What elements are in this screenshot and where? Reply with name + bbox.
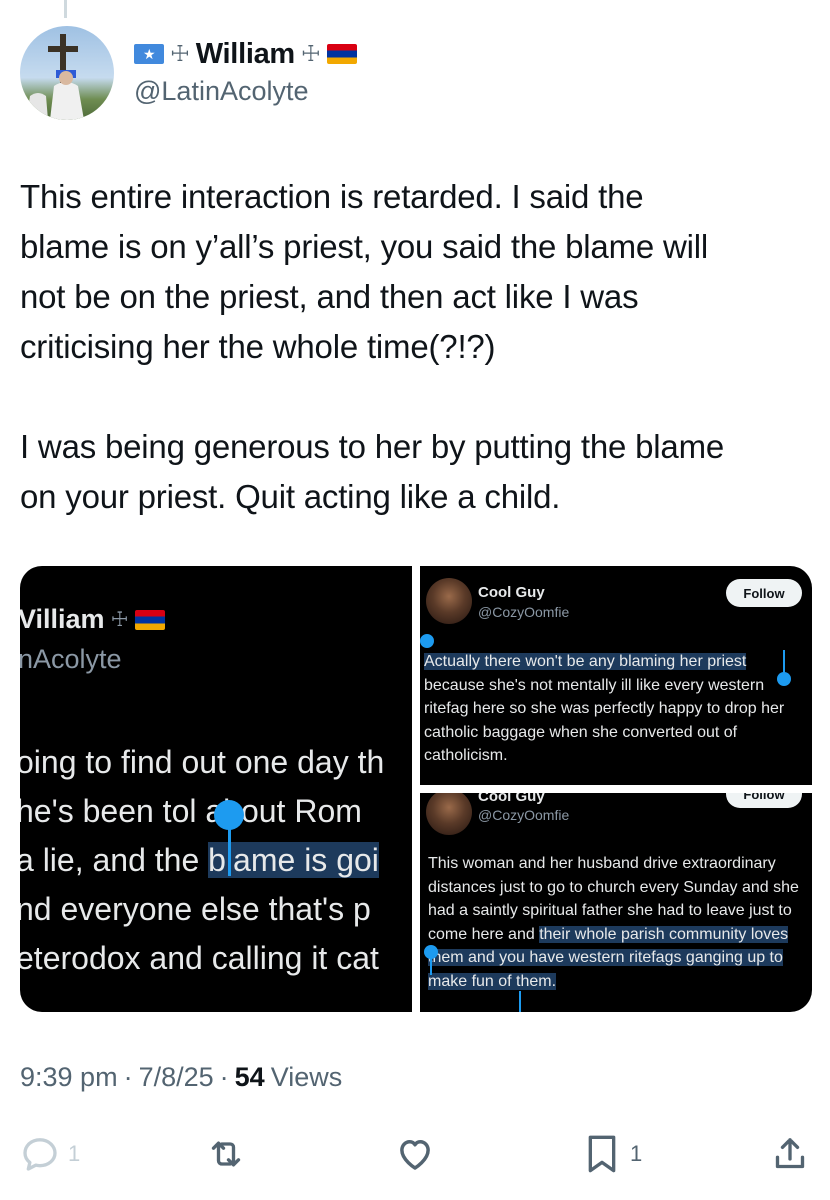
share-icon [775,1138,805,1169]
body-text: because she's not mentally ill like ever… [424,676,785,765]
separator: · [219,1062,229,1092]
armenia-flag-icon [326,44,357,64]
screenshot-line: nd everyone else that's p [20,885,412,934]
cool-guy-reply-text: This woman and her husband drive extraor… [428,852,806,993]
selection-handle [777,672,791,686]
selection-bar [430,951,432,975]
media-image-right-top[interactable]: Cool Guy @CozyOomfie Follow Actually the… [420,566,812,785]
armenia-flag-icon [134,609,165,630]
highlighted-text: blame is goi [208,842,379,878]
screenshot-text-lines: oing to find out one day th he's been to… [20,738,412,983]
line-text: oing to find out one day th [20,744,385,780]
screenshot-line: eterodox and calling it cat [20,934,412,983]
line-text: he's been tol [20,793,197,829]
like-button[interactable] [394,1128,436,1180]
somalia-flag-icon [134,44,164,64]
bookmark-icon [588,1135,616,1173]
retweet-button[interactable] [206,1128,246,1180]
share-button[interactable] [770,1128,810,1180]
selection-bar [519,991,521,1012]
cool-guy-reply-text: Actually there won't be any blaming her … [424,650,809,768]
views-count: 54 [234,1062,265,1092]
author-handle[interactable]: @LatinAcolyte [134,76,309,107]
media-image-left[interactable]: Villiam ☩ nAcolyte oing to find out one … [20,566,412,1012]
screenshot-name-text: Villiam [20,604,105,634]
reply-count: 1 [68,1141,81,1166]
cross-icon: ☩ [300,41,321,66]
cool-guy-name: Cool Guy [478,584,545,601]
views-label: Views [270,1062,343,1092]
cross-icon: ☩ [170,41,190,66]
media-image-right-bottom[interactable]: Cool Guy @CozyOomfie Follow This woman a… [420,793,812,1012]
media-grid[interactable]: Villiam ☩ nAcolyte oing to find out one … [20,566,812,1012]
screenshot-author-name: Villiam ☩ [20,604,165,635]
screenshot-line: oing to find out one day th [20,738,412,787]
bookmark-count: 1 [630,1141,643,1166]
tweet-meta: 9:39 pm · 7/8/25 · 54 Views [20,1062,342,1093]
bookmark-button[interactable]: 1 [582,1128,642,1180]
text-cursor [228,828,231,876]
heart-icon [400,1140,430,1170]
follow-button: Follow [726,579,802,607]
line-text: eterodox and calling it cat [20,940,379,976]
retweet-icon [211,1141,241,1167]
author-name[interactable]: William [196,38,295,71]
line-text: nd everyone else that's p [20,891,371,927]
highlighted-text: Actually there won't be any blaming her … [424,653,747,670]
author-avatar[interactable] [20,26,114,120]
line-text: a lie, and the [20,842,209,878]
avatar-photo [26,34,84,120]
tweet-text: This entire interaction is retarded. I s… [20,178,725,515]
selection-bar [783,650,785,674]
tweet-time[interactable]: 9:39 pm [20,1062,118,1093]
thread-connector-line [64,0,67,18]
cool-guy-handle: @CozyOomfie [478,807,570,823]
cool-guy-avatar [426,793,472,835]
reply-icon [23,1138,57,1171]
cool-guy-name: Cool Guy [478,793,545,805]
separator: · [123,1062,133,1092]
follow-button: Follow [726,793,802,808]
author-name-row[interactable]: ☩ William ☩ [134,36,357,72]
cross-icon: ☩ [110,609,129,631]
cool-guy-avatar [426,578,472,624]
selection-handle [420,634,434,648]
tweet-date[interactable]: 7/8/25 [139,1062,214,1093]
screenshot-handle: nAcolyte [20,644,122,674]
screenshot-line: a lie, and the blame is goi [20,836,412,885]
reply-button[interactable]: 1 [20,1128,80,1180]
action-bar: 1 1 [20,1128,810,1180]
selection-handle [214,800,244,830]
cool-guy-handle: @CozyOomfie [478,604,570,620]
